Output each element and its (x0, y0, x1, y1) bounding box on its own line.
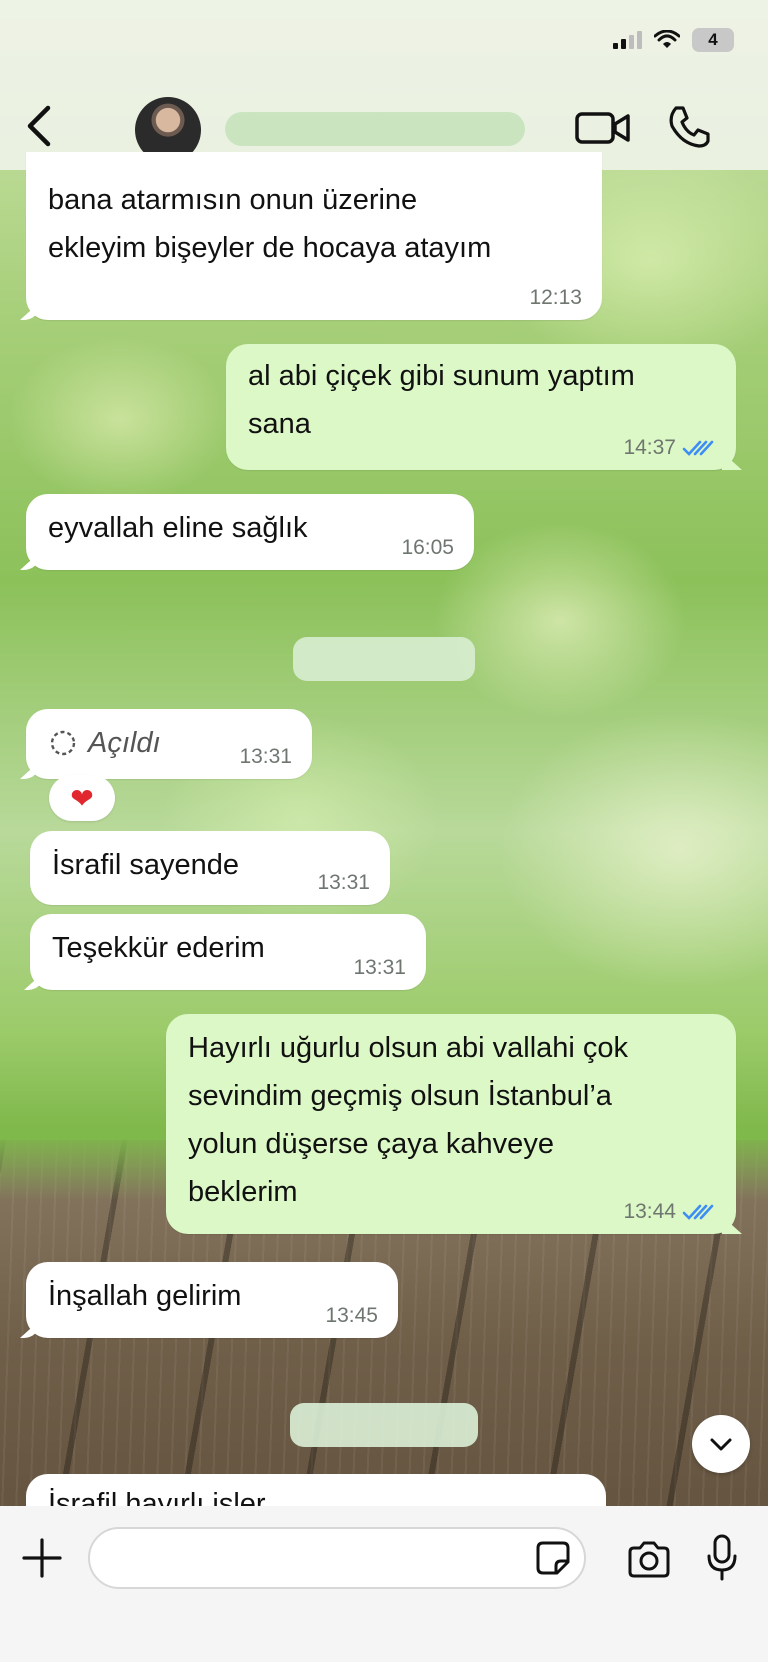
message-meta: 13:44 (623, 1200, 716, 1224)
message-incoming[interactable]: bana atarmısın onun üzerine ekleyim bişe… (26, 152, 602, 320)
message-text: Teşekkür ederim (52, 932, 265, 964)
chat-header: 4 (0, 0, 768, 170)
message-input[interactable] (88, 1527, 586, 1589)
message-text: bana atarmısın onun üzerine ekleyim bişe… (48, 184, 492, 264)
message-text: al abi çiçek gibi sunum yaptım sana (248, 360, 635, 440)
signal-icon (613, 31, 642, 49)
message-incoming[interactable]: İsrafil sayende 13:31 (30, 831, 390, 905)
message-time: 16:05 (401, 536, 454, 559)
view-once-icon (50, 730, 76, 756)
view-once-label: Açıldı (88, 727, 161, 759)
phone-icon[interactable] (666, 104, 712, 150)
message-text: eyvallah eline sağlık (48, 512, 308, 544)
message-view-once[interactable]: Açıldı 13:31 (26, 709, 312, 779)
back-icon[interactable] (22, 104, 58, 148)
contact-name[interactable] (225, 112, 525, 146)
message-time: 13:45 (325, 1304, 378, 1327)
read-ticks-icon (682, 440, 714, 456)
message-outgoing[interactable]: Hayırlı uğurlu olsun abi vallahi çok sev… (166, 1014, 736, 1234)
wifi-icon (654, 30, 680, 48)
plus-icon[interactable] (20, 1536, 64, 1580)
camera-icon[interactable] (626, 1540, 672, 1580)
date-separator (290, 1403, 478, 1447)
message-time: 14:37 (623, 436, 676, 459)
date-separator (293, 637, 475, 681)
read-ticks-icon (682, 1204, 714, 1220)
composer-bar (0, 1506, 768, 1662)
message-time: 13:44 (623, 1200, 676, 1223)
message-time: 13:31 (353, 956, 406, 979)
video-call-icon[interactable] (574, 108, 632, 148)
mic-icon[interactable] (706, 1534, 738, 1582)
message-text: Hayırlı uğurlu olsun abi vallahi çok sev… (188, 1032, 629, 1208)
message-time: 13:31 (239, 745, 292, 768)
message-outgoing[interactable]: al abi çiçek gibi sunum yaptım sana 14:3… (226, 344, 736, 470)
message-meta: 14:37 (623, 436, 716, 460)
message-time: 13:31 (317, 871, 370, 894)
heart-reaction[interactable]: ❤ (49, 775, 115, 821)
message-time: 12:13 (529, 286, 582, 309)
sticker-icon[interactable] (535, 1540, 571, 1576)
battery-indicator: 4 (692, 28, 734, 52)
message-incoming[interactable]: eyvallah eline sağlık 16:05 (26, 494, 474, 570)
message-incoming[interactable]: Teşekkür ederim 13:31 (30, 914, 426, 990)
scroll-to-bottom-button[interactable] (692, 1415, 750, 1473)
chevron-down-icon (710, 1438, 732, 1451)
message-incoming[interactable]: İnşallah gelirim 13:45 (26, 1262, 398, 1338)
status-bar: 4 (613, 28, 734, 52)
